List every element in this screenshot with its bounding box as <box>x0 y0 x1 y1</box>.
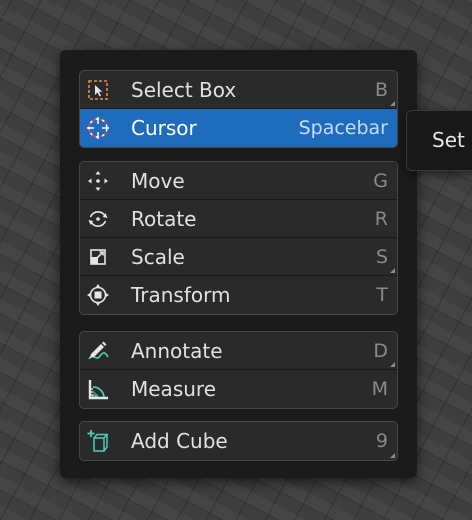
measure-icon <box>88 380 108 400</box>
menu-item-rotate[interactable]: Rotate R <box>80 200 397 238</box>
annotate-icon <box>88 341 109 360</box>
shortcut-key: B <box>374 79 388 101</box>
submenu-corner-indicator <box>390 453 395 458</box>
menu-item-label: Measure <box>131 377 216 401</box>
menu-item-annotate[interactable]: Annotate D <box>80 332 397 370</box>
menu-group-select: Select Box B Cursor Spacebar <box>79 70 398 148</box>
tooltip-popup: Set <box>406 110 472 171</box>
transform-icon <box>87 284 109 306</box>
menu-item-label: Rotate <box>131 207 197 231</box>
menu-item-label: Select Box <box>131 78 237 102</box>
submenu-corner-indicator <box>390 362 395 367</box>
shortcut-key: G <box>373 170 388 192</box>
menu-item-measure[interactable]: Measure M <box>80 370 397 408</box>
menu-item-label: Cursor <box>131 116 197 140</box>
menu-item-scale[interactable]: Scale S <box>80 238 397 276</box>
menu-item-transform[interactable]: Transform T <box>80 276 397 314</box>
shortcut-key: R <box>374 208 388 230</box>
select-box-icon <box>88 80 108 100</box>
menu-group-annotate: Annotate D Measure M <box>79 331 398 409</box>
rotate-icon <box>88 211 108 227</box>
menu-item-label: Transform <box>131 283 231 307</box>
move-icon <box>88 171 108 191</box>
menu-item-label: Annotate <box>131 339 223 363</box>
shortcut-key: S <box>375 246 388 268</box>
menu-group-add: Add Cube 9 <box>79 421 398 461</box>
tooltip-text: Set <box>432 128 465 152</box>
cursor-icon <box>87 117 109 139</box>
shortcut-key: T <box>376 284 388 306</box>
menu-item-cursor[interactable]: Cursor Spacebar <box>80 109 397 147</box>
menu-group-transform: Move G Rotate R Scale S Transform T <box>79 161 398 315</box>
shortcut-key: M <box>371 378 388 400</box>
shortcut-key: D <box>373 340 388 362</box>
menu-item-label: Scale <box>131 245 185 269</box>
menu-item-move[interactable]: Move G <box>80 162 397 200</box>
toolbar-popup-menu: Select Box B Cursor Spacebar Move G Rota… <box>60 50 417 478</box>
add-cube-icon <box>87 430 109 452</box>
scale-icon <box>90 249 106 265</box>
submenu-corner-indicator <box>390 268 395 273</box>
submenu-corner-indicator <box>390 101 395 106</box>
menu-item-add-cube[interactable]: Add Cube 9 <box>80 422 397 460</box>
shortcut-key: Spacebar <box>298 117 388 139</box>
menu-item-select-box[interactable]: Select Box B <box>80 71 397 109</box>
shortcut-key: 9 <box>375 430 388 452</box>
menu-item-label: Add Cube <box>131 429 228 453</box>
menu-item-label: Move <box>131 169 185 193</box>
